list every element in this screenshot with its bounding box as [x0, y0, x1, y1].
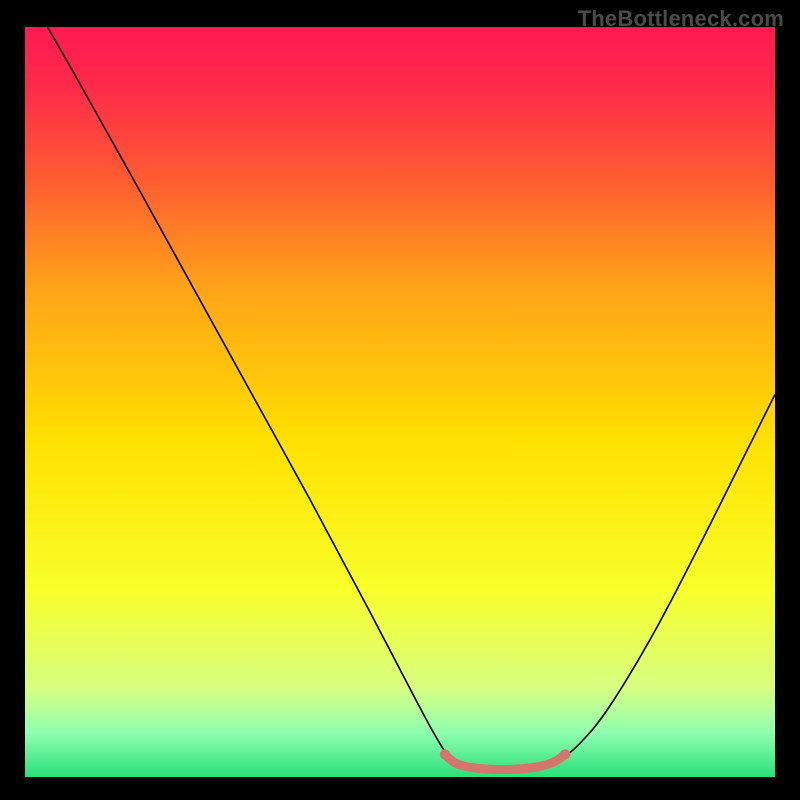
chart-plot [25, 27, 775, 777]
optimal-dot-right [560, 749, 570, 759]
optimal-dot-left [440, 749, 450, 759]
chart-background [25, 27, 775, 777]
chart-frame: TheBottleneck.com [0, 0, 800, 800]
